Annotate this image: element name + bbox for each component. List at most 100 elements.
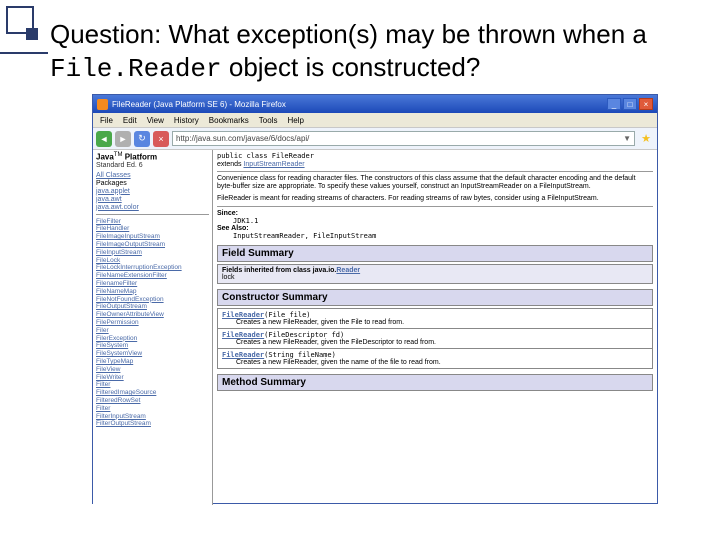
menu-view[interactable]: View <box>142 116 169 125</box>
since-label: Since: <box>217 210 653 217</box>
sidebar: JavaTM Platform Standard Ed. 6 All Class… <box>93 150 213 505</box>
toolbar: ◄ ► ↻ × http://java.sun.com/javase/6/doc… <box>93 128 657 150</box>
slide-gutter <box>0 0 48 540</box>
ctor-desc: Creates a new FileReader, given the File… <box>236 339 648 346</box>
class-link[interactable]: FileNameMap <box>96 288 209 296</box>
titlebar: FileReader (Java Platform SE 6) - Mozill… <box>93 95 657 113</box>
platform-pre: Java <box>96 153 114 162</box>
ctor-args: (File file) <box>264 311 310 319</box>
menu-history[interactable]: History <box>169 116 204 125</box>
menu-help[interactable]: Help <box>282 116 308 125</box>
all-classes-link[interactable]: All Classes <box>96 172 209 179</box>
class-link[interactable]: FileImageInputStream <box>96 233 209 241</box>
close-button[interactable]: × <box>639 98 653 110</box>
forward-button[interactable]: ► <box>115 131 131 147</box>
url-dropdown-icon[interactable]: ▼ <box>623 134 631 143</box>
bookmark-star-icon[interactable]: ★ <box>638 131 654 147</box>
class-link[interactable]: FileInputStream <box>96 249 209 257</box>
since-value: JDK1.1 <box>233 217 653 225</box>
class-link[interactable]: FileSystemView <box>96 350 209 358</box>
constructor-row: FileReader(String fileName) Creates a ne… <box>218 348 652 368</box>
class-link[interactable]: FileFilter <box>96 218 209 226</box>
class-link[interactable]: FileTypeMap <box>96 358 209 366</box>
ctor-desc: Creates a new FileReader, given the File… <box>236 319 648 326</box>
url-text: http://java.sun.com/javase/6/docs/api/ <box>176 134 309 143</box>
class-description-2: FileReader is meant for reading streams … <box>217 195 653 203</box>
class-link[interactable]: FileWriter <box>96 374 209 382</box>
divider <box>217 206 653 207</box>
back-button[interactable]: ◄ <box>96 131 112 147</box>
platform-subtitle: Standard Ed. 6 <box>96 162 209 169</box>
constructor-row: FileReader(File file) Creates a new File… <box>218 309 652 328</box>
question-text-pre: Question: What exception(s) may be throw… <box>50 19 647 49</box>
class-declaration: public class FileReader <box>217 152 653 160</box>
inherited-fields-box: Fields inherited from class java.io.Read… <box>217 264 653 284</box>
inherit-link[interactable]: Reader <box>336 267 360 274</box>
ctor-link[interactable]: FileReader <box>222 351 264 359</box>
reload-button[interactable]: ↻ <box>134 131 150 147</box>
class-link[interactable]: FileView <box>96 366 209 374</box>
ctor-link[interactable]: FileReader <box>222 311 264 319</box>
class-link[interactable]: FilterOutputStream <box>96 420 209 428</box>
class-link[interactable]: FileLockInterruptionException <box>96 264 209 272</box>
ctor-link[interactable]: FileReader <box>222 331 264 339</box>
platform-title: JavaTM Platform <box>96 152 209 162</box>
field-summary-heading: Field Summary <box>217 245 653 262</box>
class-link[interactable]: FilerException <box>96 335 209 343</box>
content-frame: JavaTM Platform Standard Ed. 6 All Class… <box>93 150 657 505</box>
menubar: File Edit View History Bookmarks Tools H… <box>93 113 657 128</box>
class-link[interactable]: FileLock <box>96 257 209 265</box>
url-input[interactable]: http://java.sun.com/javase/6/docs/api/ ▼ <box>172 131 635 146</box>
inherit-pre: Fields inherited from class java.io. <box>222 267 336 274</box>
class-link[interactable]: FilteredImageSource <box>96 389 209 397</box>
class-list: FileFilterFileHandlerFileImageInputStrea… <box>96 218 209 429</box>
inherited-field-lock: lock <box>222 274 648 281</box>
constructor-row: FileReader(FileDescriptor fd) Creates a … <box>218 328 652 348</box>
sidebar-divider <box>96 214 209 215</box>
javadoc-main: public class FileReader extends InputStr… <box>213 150 657 505</box>
browser-window: FileReader (Java Platform SE 6) - Mozill… <box>92 94 658 504</box>
pkg-link[interactable]: java.applet <box>96 188 209 195</box>
class-link[interactable]: FileNotFoundException <box>96 296 209 304</box>
class-link[interactable]: FileImageOutputStream <box>96 241 209 249</box>
stop-button[interactable]: × <box>153 131 169 147</box>
since-label-text: Since: <box>217 210 238 217</box>
menu-edit[interactable]: Edit <box>118 116 142 125</box>
extends-pre: extends <box>217 161 243 168</box>
class-link[interactable]: FileNameExtensionFilter <box>96 272 209 280</box>
method-summary-heading: Method Summary <box>217 374 653 391</box>
class-link[interactable]: Filer <box>96 327 209 335</box>
class-link[interactable]: Filter <box>96 381 209 389</box>
menu-bookmarks[interactable]: Bookmarks <box>204 116 254 125</box>
gutter-line <box>0 52 48 54</box>
window-title: FileReader (Java Platform SE 6) - Mozill… <box>112 100 607 109</box>
class-link[interactable]: FileOwnerAttributeView <box>96 311 209 319</box>
slide-question: Question: What exception(s) may be throw… <box>50 18 690 85</box>
menu-file[interactable]: File <box>95 116 118 125</box>
class-link[interactable]: FilePermission <box>96 319 209 327</box>
divider <box>217 171 653 172</box>
class-link[interactable]: FilenameFilter <box>96 280 209 288</box>
class-description-1: Convenience class for reading character … <box>217 175 653 192</box>
class-link[interactable]: FileOutputStream <box>96 303 209 311</box>
maximize-button[interactable]: □ <box>623 98 637 110</box>
class-link[interactable]: Filter <box>96 405 209 413</box>
square-icon-small <box>26 28 38 40</box>
menu-tools[interactable]: Tools <box>254 116 283 125</box>
see-also-links[interactable]: InputStreamReader, FileInputStream <box>233 232 376 240</box>
platform-post: Platform <box>122 153 157 162</box>
pkg-link[interactable]: java.awt <box>96 196 209 203</box>
class-link[interactable]: FilteredRowSet <box>96 397 209 405</box>
constructor-summary-heading: Constructor Summary <box>217 289 653 306</box>
class-link[interactable]: FileHandler <box>96 225 209 233</box>
ctor-args: (String fileName) <box>264 351 336 359</box>
class-link[interactable]: FileSystem <box>96 342 209 350</box>
pkg-link[interactable]: java.awt.color <box>96 204 209 211</box>
extends-link[interactable]: InputStreamReader <box>243 161 304 168</box>
ctor-args: (FileDescriptor fd) <box>264 331 344 339</box>
extends-line: extends InputStreamReader <box>217 161 653 168</box>
question-text-post: object is constructed? <box>222 52 481 82</box>
packages-heading: Packages <box>96 180 209 187</box>
class-link[interactable]: FilterInputStream <box>96 413 209 421</box>
minimize-button[interactable]: _ <box>607 98 621 110</box>
